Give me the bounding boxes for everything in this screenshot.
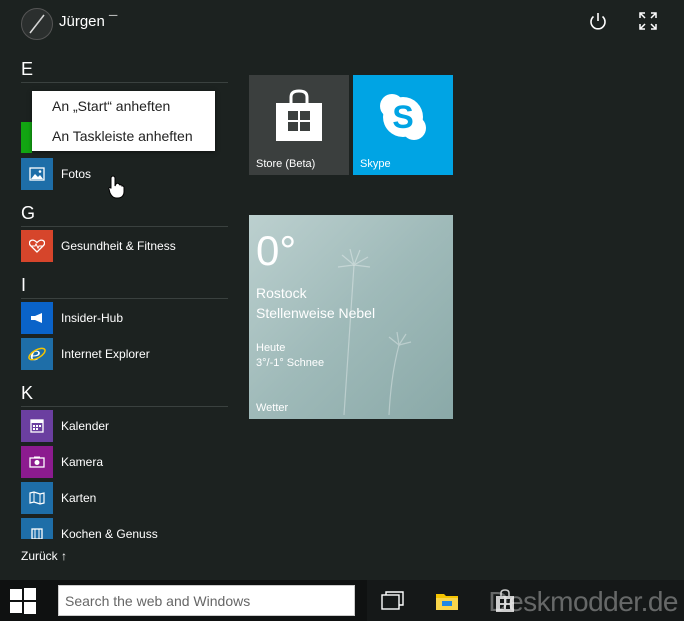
group-letter-k[interactable]: K [21, 383, 33, 404]
search-placeholder: Search the web and Windows [65, 593, 251, 609]
divider [21, 226, 228, 227]
group-letter-e[interactable]: E [21, 59, 33, 80]
tile-label: Skype [360, 158, 391, 170]
folder-icon [436, 594, 458, 610]
tile-store[interactable]: Store (Beta) [249, 75, 349, 175]
calendar-icon [21, 410, 53, 442]
internet-explorer-icon: e [21, 338, 53, 370]
task-view-icon [381, 591, 404, 610]
app-label: Insider-Hub [61, 311, 124, 325]
group-letter-i[interactable]: I [21, 275, 26, 296]
power-icon [590, 13, 606, 30]
app-item-kalender[interactable]: Kalender [21, 410, 109, 442]
store-bag-icon [276, 89, 322, 141]
divider [21, 82, 228, 83]
cooking-icon [21, 518, 53, 539]
app-label: Kalender [61, 419, 110, 433]
app-label: Kochen & Genuss [61, 527, 158, 539]
skype-icon: S [380, 94, 426, 140]
tile-weather[interactable]: 0° Rostock Stellenweise Nebel Heute 3°/-… [249, 215, 453, 419]
app-icon-hidden [21, 122, 32, 153]
app-item-gesundheit-fitness[interactable]: Gesundheit & Fitness [21, 230, 176, 262]
tile-skype[interactable]: S Skype [353, 75, 453, 175]
weather-condition: Stellenweise Nebel [256, 305, 376, 321]
weather-city: Rostock [256, 285, 307, 301]
photos-icon [21, 158, 53, 190]
pin-to-start-menu-item[interactable]: An „Start“ anheften [52, 98, 170, 114]
context-menu: An „Start“ anheften An Taskleiste anheft… [32, 91, 215, 151]
app-item-insider-hub[interactable]: Insider-Hub [21, 302, 123, 334]
user-avatar[interactable] [21, 8, 53, 40]
file-explorer-button[interactable] [432, 586, 462, 616]
divider [21, 406, 228, 407]
weather-forecast: 3°/-1° Schnee [256, 357, 325, 369]
weather-day: Heute [256, 342, 286, 354]
app-item-fotos[interactable]: Fotos [21, 158, 91, 190]
app-item-internet-explorer[interactable]: e Internet Explorer [21, 338, 150, 370]
app-label: Kamera [61, 455, 104, 469]
expand-button[interactable] [637, 10, 659, 37]
app-item-karten[interactable]: Karten [21, 482, 96, 514]
search-box[interactable]: Search the web and Windows [58, 585, 355, 616]
weather-temperature: 0° [256, 227, 297, 274]
app-list-clip: Kochen & Genuss [0, 518, 240, 539]
task-view-button[interactable] [378, 586, 408, 616]
expand-icon [639, 12, 657, 30]
back-button[interactable]: Zurück ↑ [21, 549, 67, 563]
svg-text:S: S [392, 99, 413, 135]
app-label: Fotos [61, 167, 92, 181]
map-icon [21, 482, 53, 514]
app-item-kochen-genuss[interactable]: Kochen & Genuss [21, 518, 158, 539]
tile-label: Wetter [256, 402, 289, 414]
app-label: Internet Explorer [61, 347, 150, 361]
windows-logo-icon [10, 588, 36, 614]
tile-label: Store (Beta) [256, 158, 316, 170]
avatar-feather-icon [29, 14, 45, 34]
power-button[interactable] [587, 10, 609, 37]
hand-cursor-icon [108, 175, 125, 199]
app-label: Gesundheit & Fitness [61, 239, 176, 253]
start-button[interactable] [0, 580, 48, 621]
watermark: Deskmodder.de [488, 586, 678, 617]
group-letter-g[interactable]: G [21, 203, 35, 224]
heart-icon [21, 230, 53, 262]
megaphone-icon [21, 302, 53, 334]
app-item-kamera[interactable]: Kamera [21, 446, 103, 478]
user-name[interactable]: Jürgen ¯ [59, 13, 117, 30]
divider [21, 298, 228, 299]
camera-icon [21, 446, 53, 478]
app-label: Karten [61, 491, 97, 505]
pin-to-taskbar-menu-item[interactable]: An Taskleiste anheften [52, 128, 193, 144]
